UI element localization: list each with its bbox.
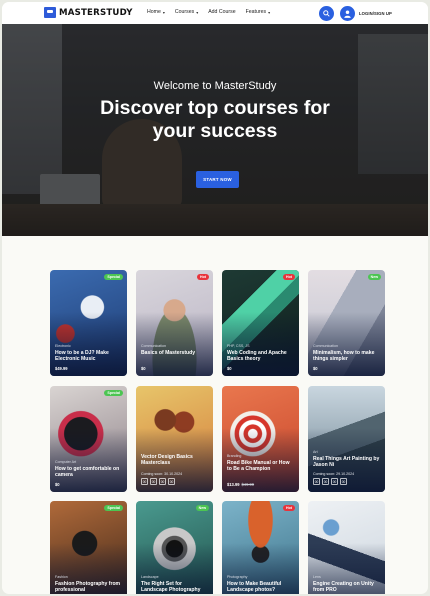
nav-label: Add Course xyxy=(208,9,236,15)
nav-item-home[interactable]: Home ▾ xyxy=(147,9,165,15)
course-card[interactable]: Special Fashion Fashion Photography from… xyxy=(50,501,127,594)
course-price: $0 xyxy=(141,366,146,371)
course-card[interactable]: Vector Design Basics Masterclass Coming … xyxy=(136,386,213,492)
course-title: Real Things Art Painting by Jason Ni xyxy=(313,456,380,468)
timer-days: 00 xyxy=(141,478,148,485)
course-card[interactable]: Hot Photography How to Make Beautiful La… xyxy=(222,501,299,594)
site-header: MASTERSTUDY Home ▾ Courses ▾ Add Course … xyxy=(2,2,428,24)
course-card[interactable]: Hot Communication Basics of Masterstudy … xyxy=(136,270,213,376)
course-category: Lens xyxy=(313,575,321,579)
start-now-button[interactable]: START NOW xyxy=(196,171,239,188)
course-title: Vector Design Basics Masterclass xyxy=(141,454,193,466)
course-category: Branding xyxy=(227,454,242,458)
site-logo[interactable]: MASTERSTUDY xyxy=(44,7,133,18)
search-icon xyxy=(323,10,330,17)
course-title: How to get comfortable on camera xyxy=(55,466,120,478)
course-card[interactable]: Branding Road Bike Manual or How to Be a… xyxy=(222,386,299,492)
course-category: PHP, CSS, JS xyxy=(227,344,250,348)
course-price: $0 xyxy=(313,366,318,371)
course-category: Fashion xyxy=(55,575,68,579)
countdown-timer: 00 00 00 00 xyxy=(313,478,347,485)
course-price: $13.99 $49.99 xyxy=(227,482,254,487)
course-title: Basics of Masterstudy xyxy=(141,350,196,356)
course-badge: Special xyxy=(104,505,123,511)
course-badge: Hot xyxy=(197,274,209,280)
course-title: The Right Set for Landscape Photography xyxy=(141,581,201,593)
nav-item-courses[interactable]: Courses ▾ xyxy=(175,9,198,15)
user-icon xyxy=(344,10,351,18)
course-title: Road Bike Manual or How to Be a Champion xyxy=(227,460,290,472)
account-button[interactable] xyxy=(340,6,355,21)
timer-hours: 00 xyxy=(150,478,157,485)
course-title: Minimalism, how to make things simpler xyxy=(313,350,375,362)
chevron-down-icon: ▾ xyxy=(268,9,271,15)
course-category: Photography xyxy=(227,575,248,579)
nav-label: Courses xyxy=(174,9,195,15)
course-title: How to Make Beautiful Landscape photos? xyxy=(227,581,282,593)
countdown-timer: 00 00 00 00 xyxy=(141,478,175,485)
course-badge: Special xyxy=(104,390,123,396)
timer-seconds: 00 xyxy=(340,478,347,485)
coming-soon: Coming soon: 29.10.2024 xyxy=(313,472,355,476)
course-category: Communication xyxy=(313,344,338,348)
nav-label: Home xyxy=(147,9,161,15)
nav-item-features[interactable]: Features ▾ xyxy=(246,9,271,15)
main-nav: Home ▾ Courses ▾ Add Course Features ▾ xyxy=(147,9,270,15)
course-badge: New xyxy=(195,505,209,511)
timer-days: 00 xyxy=(313,478,320,485)
price-current: $13.99 xyxy=(227,482,240,487)
hero-subtitle: Welcome to MasterStudy xyxy=(153,80,277,92)
login-link[interactable]: LOGIN/SIGN UP xyxy=(359,11,392,16)
price-old: $49.99 xyxy=(241,482,255,487)
page-frame: MASTERSTUDY Home ▾ Courses ▾ Add Course … xyxy=(2,2,428,594)
course-price: $0 xyxy=(55,482,60,487)
course-category: Landscape xyxy=(141,575,159,579)
timer-seconds: 00 xyxy=(168,478,175,485)
logo-icon xyxy=(44,7,56,18)
course-badge: New xyxy=(367,274,381,280)
course-title: Fashion Photography from professional xyxy=(55,581,121,593)
search-button[interactable] xyxy=(319,6,334,21)
nav-item-add-course[interactable]: Add Course xyxy=(208,9,235,15)
coming-soon: Coming soon: 30.10.2024 xyxy=(141,472,183,476)
course-card[interactable]: Special Computer Art How to get comforta… xyxy=(50,386,127,492)
course-category: Communication xyxy=(141,344,166,348)
hero-title-line: your success xyxy=(152,120,278,142)
course-title: Web Coding and Apache Basics theory xyxy=(227,350,287,362)
logo-text: MASTERSTUDY xyxy=(59,7,133,18)
course-category: Electronic xyxy=(55,344,71,348)
course-category: Art xyxy=(313,450,318,454)
course-card[interactable]: Hot PHP, CSS, JS Web Coding and Apache B… xyxy=(222,270,299,376)
course-price: $0 xyxy=(227,366,232,371)
hero-title-line: Discover top courses for xyxy=(100,97,330,119)
course-price: $49.99 xyxy=(55,366,68,371)
nav-label: Features xyxy=(245,9,267,15)
course-badge: Hot xyxy=(283,274,295,280)
course-card[interactable]: Special Electronic How to be a DJ? Make … xyxy=(50,270,127,376)
timer-minutes: 00 xyxy=(159,478,166,485)
hero-banner: Welcome to MasterStudy Discover top cour… xyxy=(2,24,428,236)
course-card[interactable]: New Landscape The Right Set for Landscap… xyxy=(136,501,213,594)
course-category: Computer Art xyxy=(55,460,77,464)
hero-title: Discover top courses for your success xyxy=(2,97,428,143)
chevron-down-icon: ▾ xyxy=(196,9,199,15)
course-card[interactable]: New Communication Minimalism, how to mak… xyxy=(308,270,385,376)
course-title: Engine Creating on Unity from PRO xyxy=(313,581,374,593)
course-badge: Hot xyxy=(283,505,295,511)
course-title: How to be a DJ? Make Electronic Music xyxy=(55,350,109,362)
timer-hours: 00 xyxy=(322,478,329,485)
timer-minutes: 00 xyxy=(331,478,338,485)
course-card[interactable]: Lens Engine Creating on Unity from PRO xyxy=(308,501,385,594)
chevron-down-icon: ▾ xyxy=(162,9,165,15)
course-card[interactable]: Art Real Things Art Painting by Jason Ni… xyxy=(308,386,385,492)
course-badge: Special xyxy=(104,274,123,280)
